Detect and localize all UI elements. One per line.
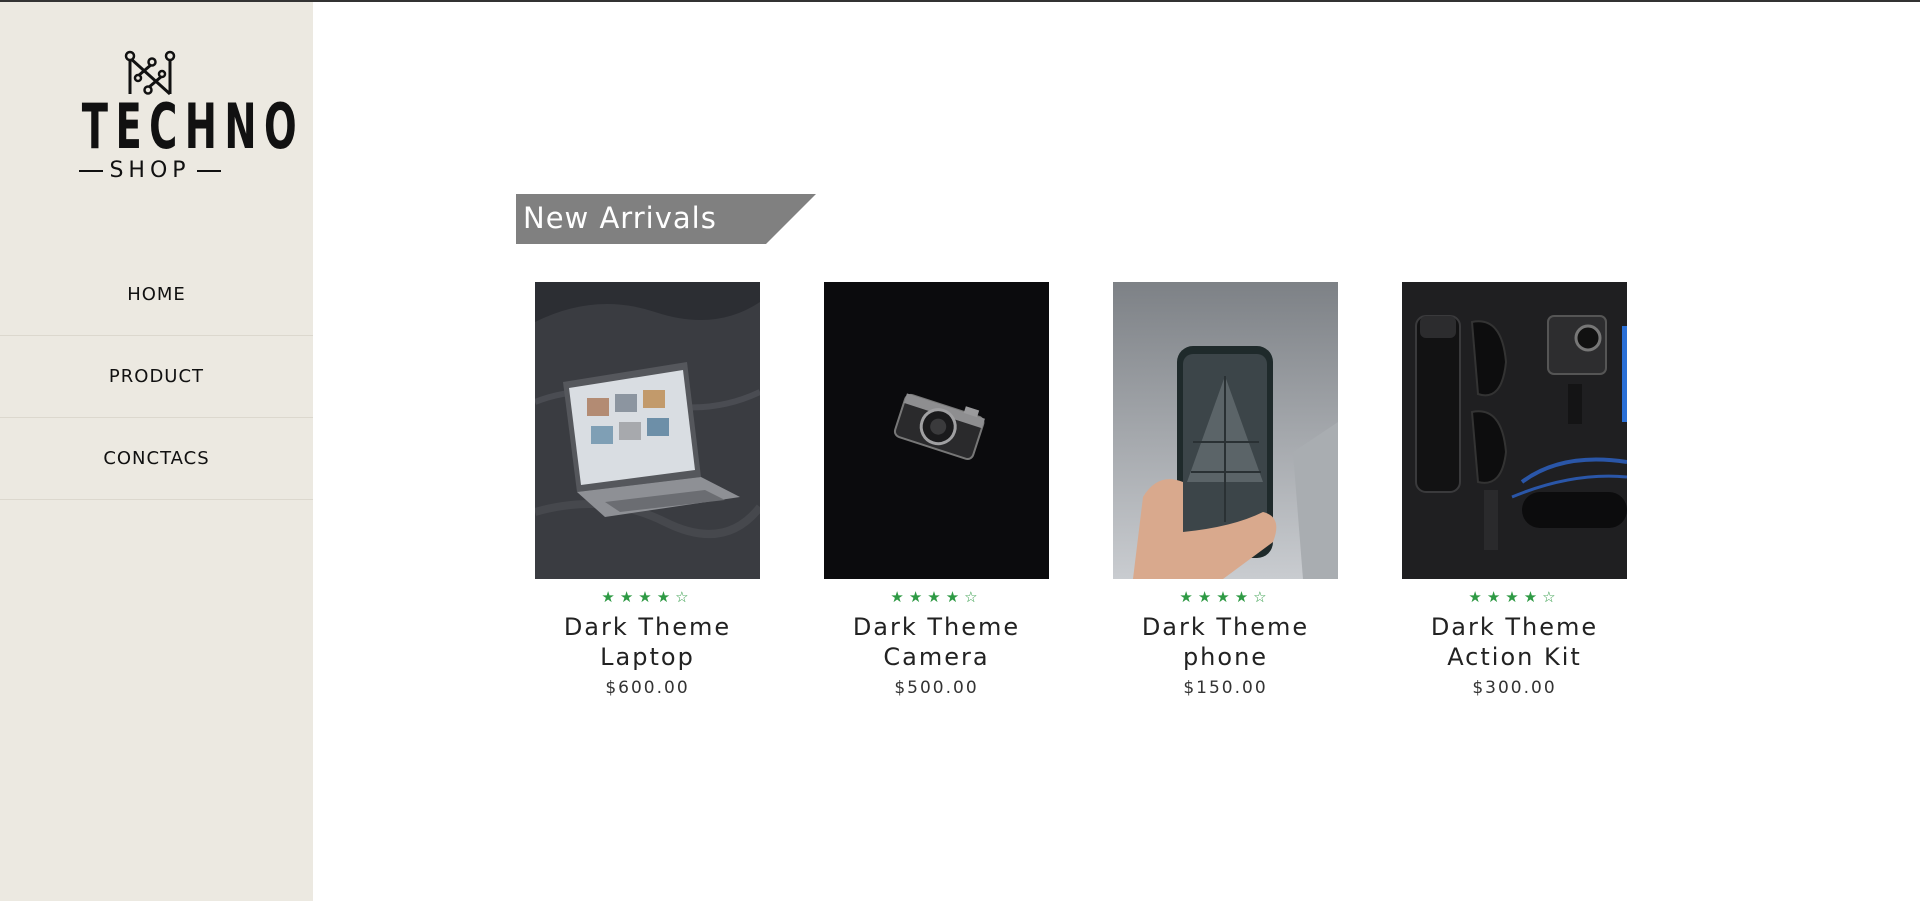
brand-logo[interactable]: TECHNO SHOP [40,50,305,190]
product-name-line1: Dark Theme [1141,613,1310,641]
product-name-line2: Laptop [600,643,695,671]
product-name[interactable]: Dark Theme Action Kit [1395,612,1635,672]
logo-dash-right [196,170,221,172]
brand-name: TECHNO [81,90,305,163]
action-kit-photo[interactable] [1402,282,1627,579]
product-card[interactable]: ★★★★☆ Dark Theme Camera $500.00 [824,282,1049,698]
camera-photo[interactable] [824,282,1049,579]
section-title: New Arrivals [523,201,717,235]
brand-sub: SHOP [40,158,260,183]
product-name-line1: Dark Theme [563,613,732,641]
product-name[interactable]: Dark Theme phone [1106,612,1346,672]
section-banner: New Arrivals [516,194,816,244]
product-name-line1: Dark Theme [852,613,1021,641]
product-card[interactable]: ★★★★☆ Dark Theme Laptop $600.00 [535,282,760,698]
rating-stars: ★★★★☆ [890,588,983,606]
rating-stars: ★★★★☆ [1179,588,1272,606]
phone-photo[interactable] [1113,282,1338,579]
logo-dash-left [79,170,104,172]
main-nav: HOME PRODUCT CONCTACS [0,254,313,500]
brand-sub-text: SHOP [109,158,191,183]
rating-stars: ★★★★☆ [601,588,694,606]
product-name-line1: Dark Theme [1430,613,1599,641]
nav-item-contacts[interactable]: CONCTACS [0,418,313,500]
product-card[interactable]: ★★★★☆ Dark Theme Action Kit $300.00 [1402,282,1627,698]
product-price: $300.00 [1472,678,1557,698]
laptop-photo[interactable] [535,282,760,579]
product-name-line2: Action Kit [1447,643,1582,671]
product-card[interactable]: ★★★★☆ Dark Theme phone $150.00 [1113,282,1338,698]
product-price: $500.00 [894,678,979,698]
product-grid: ★★★★☆ Dark Theme Laptop $600.00 ★★★★☆ Da… [535,282,1627,698]
sidebar: TECHNO SHOP HOME PRODUCT CONCTACS [0,2,313,901]
product-name[interactable]: Dark Theme Camera [817,612,1057,672]
nav-item-product[interactable]: PRODUCT [0,336,313,418]
product-name[interactable]: Dark Theme Laptop [528,612,768,672]
nav-item-home[interactable]: HOME [0,254,313,336]
product-price: $150.00 [1183,678,1268,698]
product-name-line2: Camera [883,643,990,671]
rating-stars: ★★★★☆ [1468,588,1561,606]
product-name-line2: phone [1182,643,1269,671]
product-price: $600.00 [605,678,690,698]
